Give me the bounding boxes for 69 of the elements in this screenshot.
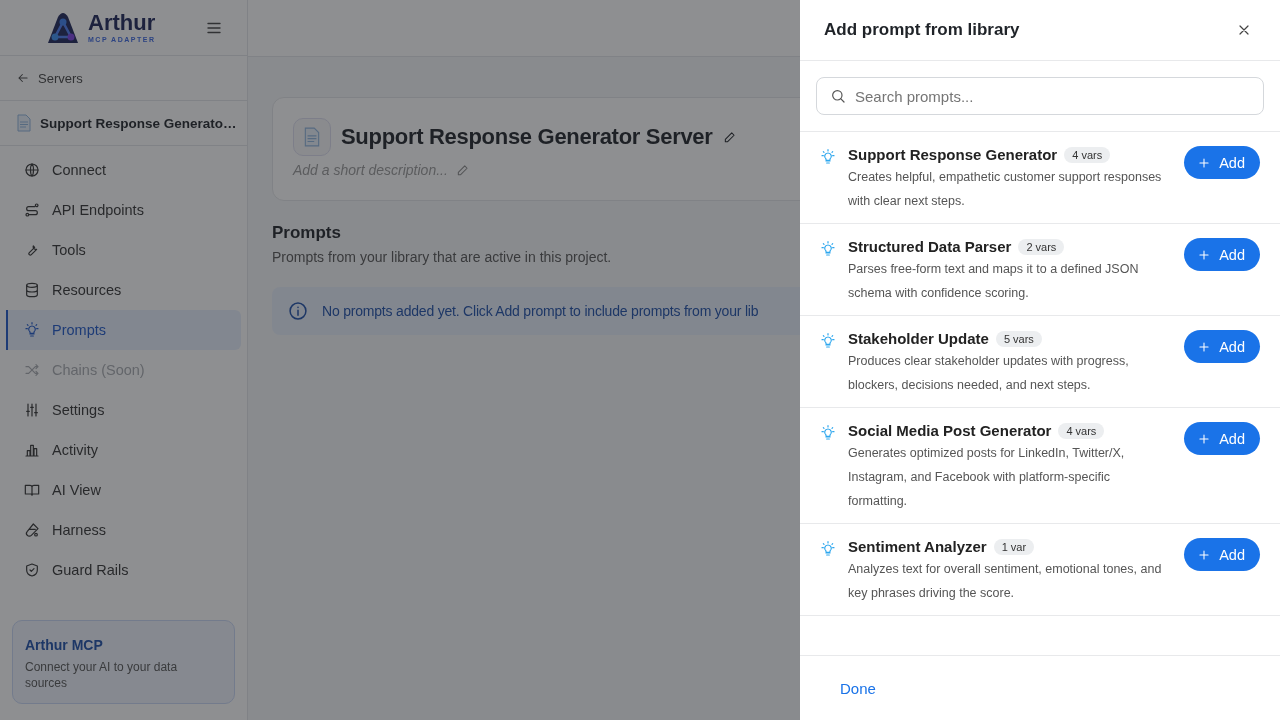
prompt-name: Social Media Post Generator (848, 422, 1052, 439)
back-link[interactable]: Servers (38, 70, 83, 86)
nav-item[interactable]: Prompts (6, 310, 241, 350)
prompt-name: Stakeholder Update (848, 330, 989, 347)
database-icon (24, 282, 40, 298)
variable-count: 4 vars (1064, 146, 1111, 163)
globe-icon (24, 162, 40, 178)
prompt-name: Support Response Generator (848, 146, 1058, 163)
search-icon (830, 88, 846, 104)
lightbulb-icon (820, 541, 836, 557)
shield-icon (24, 562, 40, 578)
promo-title: Arthur MCP (25, 636, 104, 653)
flask-icon (24, 522, 40, 538)
add-button[interactable]: Add (1184, 330, 1260, 363)
document-icon (293, 118, 331, 156)
lightbulb-icon (820, 149, 836, 165)
variable-count: 4 vars (1058, 422, 1105, 439)
shuffle-icon (24, 362, 40, 378)
add-button[interactable]: Add (1184, 538, 1260, 571)
add-button[interactable]: Add (1184, 422, 1260, 455)
edit-icon (722, 130, 737, 144)
logo-name: Arthur (88, 12, 156, 34)
plus-icon (1197, 339, 1212, 354)
server-title: Support Response Generator Server (341, 124, 713, 150)
prompt-name: Sentiment Analyzer (848, 538, 987, 555)
add-button[interactable]: Add (1184, 238, 1260, 271)
nav-item[interactable]: Resources (6, 270, 241, 310)
nav-item[interactable]: Guard Rails (6, 550, 241, 590)
section-title: Prompts (272, 223, 341, 243)
notice-text: No prompts added yet. Click Add prompt to include prompts from your lib (322, 303, 759, 319)
nav-item[interactable]: Connect (6, 150, 241, 190)
promo-text: Connect your AI to your data sources (25, 658, 179, 691)
document-icon (16, 114, 32, 132)
prompt-description: Parses free-form text and maps it to a defined JSON schema with confidence scoring. (848, 261, 1140, 302)
nav-item[interactable]: Activity (6, 430, 241, 470)
plus-icon (1197, 547, 1212, 562)
prompt-description: Creates helpful, empathetic customer support responses with clear next steps. (848, 169, 1163, 210)
lightbulb-icon (820, 241, 836, 257)
variable-count: 1 var (993, 538, 1035, 555)
bar-chart-icon (24, 442, 40, 458)
book-icon (24, 482, 40, 498)
done-button[interactable]: Done (824, 671, 892, 705)
plus-icon (1197, 155, 1212, 170)
nav-item[interactable]: API Endpoints (6, 190, 241, 230)
add-button[interactable]: Add (1184, 146, 1260, 179)
back-arrow-icon (16, 71, 30, 85)
nav-item[interactable]: AI View (6, 470, 241, 510)
nav-item[interactable]: Tools (6, 230, 241, 270)
lightbulb-icon (820, 333, 836, 349)
variable-count: 2 vars (1018, 238, 1065, 255)
prompt-description: Analyzes text for overall sentiment, emotional tones, and key phrases driving the score. (848, 561, 1163, 602)
prompt-description: Produces clear stakeholder updates with progress, blockers, decisions needed, and next steps. (848, 353, 1130, 394)
variable-count: 5 vars (995, 330, 1042, 347)
info-icon (288, 301, 308, 321)
sliders-icon (24, 402, 40, 418)
nav-item[interactable]: Settings (6, 390, 241, 430)
lightbulb-icon (24, 322, 40, 338)
route-icon (24, 202, 40, 218)
panel-title: Add prompt from library (824, 20, 1020, 40)
plus-icon (1197, 247, 1212, 262)
prompt-description: Generates optimized posts for LinkedIn, Twitter/X, Instagram, and Facebook with platform-specific formatting. (848, 445, 1126, 510)
lightbulb-icon (820, 425, 836, 441)
prompt-name: Structured Data Parser (848, 238, 1012, 255)
search-field[interactable]: Search prompts... (816, 77, 1264, 115)
plus-icon (1197, 431, 1212, 446)
server-name: Support Response Generato… (40, 115, 237, 131)
nav-item[interactable]: Harness (6, 510, 241, 550)
edit-icon (455, 163, 470, 177)
section-subtitle: Prompts from your library that are active in this project. (272, 249, 612, 265)
